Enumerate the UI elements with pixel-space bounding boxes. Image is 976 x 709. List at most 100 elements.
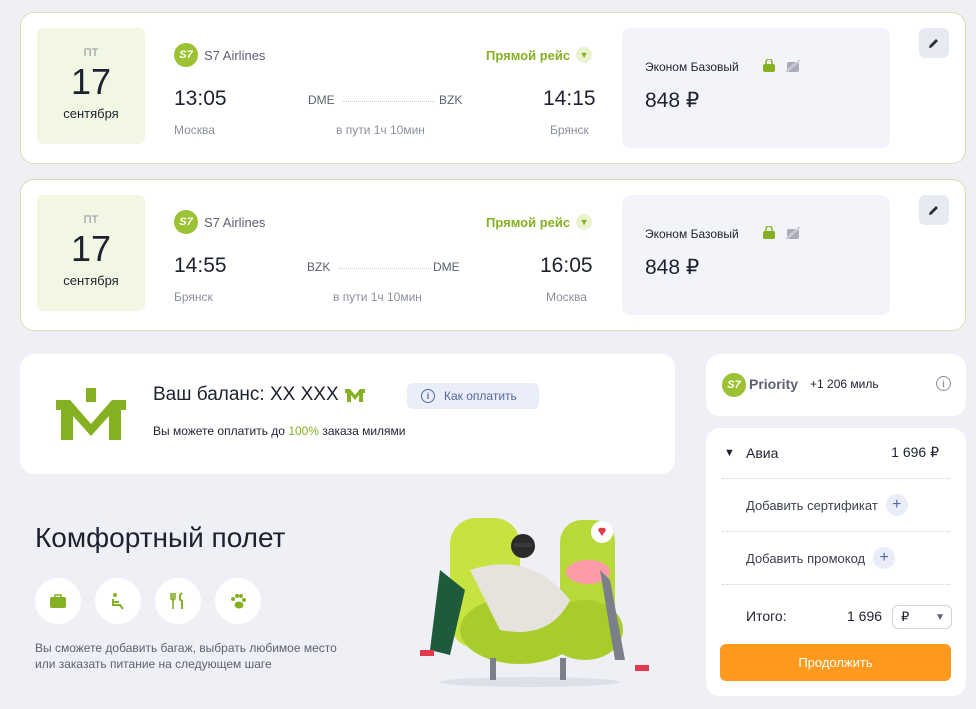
baggage-icon: [50, 594, 66, 608]
miles-icon: [344, 389, 365, 402]
add-certificate-label: Добавить сертификат: [746, 497, 878, 513]
arrive-city: Брянск: [550, 123, 589, 137]
arrive-time: 14:15: [543, 87, 596, 110]
info-icon: i: [421, 389, 435, 403]
fare-box[interactable]: Эконом Базовый 848 ₽: [622, 195, 890, 315]
meal-icon: [170, 592, 183, 609]
hand-luggage-icon: [763, 226, 775, 239]
s7-priority-card: S7 Priority +1 206 миль i: [706, 354, 966, 416]
flight-card-1: ПТ 17 сентября S7 S7 Airlines Прямой рей…: [20, 12, 966, 164]
add-promo-button[interactable]: Добавить промокод +: [746, 547, 896, 569]
comfort-illustration: [420, 518, 649, 687]
airline: S7 S7 Airlines: [174, 43, 265, 67]
direct-flight-toggle[interactable]: Прямой рейс ▼: [486, 47, 593, 63]
baggage-button[interactable]: [35, 578, 81, 624]
chevron-down-icon: ▼: [576, 47, 593, 63]
comfort-description: Вы сможете добавить багаж, выбрать любим…: [35, 641, 337, 671]
arrive-time: 16:05: [540, 254, 593, 277]
depart-time: 13:05: [174, 87, 227, 110]
direct-flight-label: Прямой рейс: [486, 47, 571, 63]
fare-name: Эконом Базовый: [645, 60, 739, 74]
avia-amount: 1 696 ₽: [891, 444, 939, 460]
flight-duration: в пути 1ч 10мин: [333, 290, 422, 304]
add-promo-label: Добавить промокод: [746, 550, 866, 566]
chevron-down-icon: ▼: [724, 446, 735, 459]
priority-name: Priority: [749, 376, 799, 392]
order-summary: ▼ Авиа 1 696 ₽ Добавить сертификат + Доб…: [706, 428, 966, 696]
flight-card-2: ПТ 17 сентября S7 S7 Airlines Прямой рей…: [20, 179, 966, 331]
flight-weekday: ПТ: [83, 214, 99, 226]
divider: [722, 584, 950, 585]
s7-logo-icon: S7: [174, 43, 198, 67]
priority-miles: +1 206 миль: [810, 377, 879, 391]
miles-balance: Ваш баланс: XX XXX: [153, 384, 365, 406]
depart-city: Брянск: [174, 290, 213, 304]
flight-month: сентября: [63, 106, 119, 121]
divider: [722, 531, 950, 532]
airline-name: S7 Airlines: [204, 214, 266, 230]
currency-value: ₽: [901, 609, 910, 624]
miles-balance-card: Ваш баланс: XX XXX i Как оплатить Вы мож…: [20, 354, 675, 474]
total-label: Итого:: [746, 608, 787, 624]
edit-button[interactable]: [919, 195, 949, 225]
avia-row[interactable]: ▼ Авиа 1 696 ₽: [724, 444, 939, 461]
flight-date: ПТ 17 сентября: [37, 195, 145, 311]
to-airport-code: BZK: [439, 93, 463, 107]
route-line: [343, 101, 435, 102]
flight-duration: в пути 1ч 10мин: [336, 123, 425, 137]
balance-text: Ваш баланс: XX XXX: [153, 384, 339, 405]
seat-icon: [112, 593, 124, 610]
from-airport-code: BZK: [307, 260, 331, 274]
plus-icon: +: [873, 547, 896, 569]
flight-date: ПТ 17 сентября: [37, 28, 145, 144]
miles-pay-info: Вы можете оплатить до 100% заказа милями: [153, 424, 406, 438]
how-to-pay-label: Как оплатить: [444, 389, 517, 403]
fare-name: Эконом Базовый: [645, 227, 739, 241]
divider: [722, 478, 950, 479]
direct-flight-toggle[interactable]: Прямой рейс ▼: [486, 214, 593, 230]
plus-icon: +: [885, 494, 908, 516]
currency-select[interactable]: ₽ ▼: [892, 605, 952, 629]
seat-button[interactable]: [95, 578, 141, 624]
flight-day: 17: [70, 61, 112, 102]
fare-box[interactable]: Эконом Базовый 848 ₽: [622, 28, 890, 148]
add-certificate-button[interactable]: Добавить сертификат +: [746, 494, 908, 516]
direct-flight-label: Прямой рейс: [486, 214, 571, 230]
to-airport-code: DME: [433, 260, 460, 274]
miles-logo-icon: [56, 388, 126, 440]
route-line: [339, 268, 431, 269]
info-icon[interactable]: i: [936, 376, 951, 391]
edit-button[interactable]: [919, 28, 949, 58]
chevron-down-icon: ▼: [935, 611, 945, 623]
pay-text-end: заказа милями: [319, 424, 406, 438]
pet-button[interactable]: [215, 578, 261, 624]
avia-label: Авиа: [746, 444, 779, 461]
meal-button[interactable]: [155, 578, 201, 624]
airline: S7 S7 Airlines: [174, 210, 265, 234]
hand-luggage-icon: [763, 59, 775, 72]
pay-text-start: Вы можете оплатить до: [153, 424, 289, 438]
flight-weekday: ПТ: [83, 47, 99, 59]
pet-icon: [231, 594, 246, 609]
fare-price: 848 ₽: [645, 256, 700, 279]
airline-name: S7 Airlines: [204, 47, 266, 63]
fare-price: 848 ₽: [645, 89, 700, 112]
flight-month: сентября: [63, 273, 119, 288]
chevron-down-icon: ▼: [576, 214, 593, 230]
pay-percent: 100%: [288, 424, 320, 438]
s7-priority-logo-icon: S7: [722, 373, 746, 397]
pencil-icon: [929, 206, 938, 215]
no-baggage-icon: [785, 226, 801, 240]
from-airport-code: DME: [308, 93, 335, 107]
continue-button[interactable]: Продолжить: [720, 644, 951, 681]
flight-day: 17: [70, 228, 112, 269]
arrive-city: Москва: [546, 290, 587, 304]
pencil-icon: [929, 39, 938, 48]
how-to-pay-button[interactable]: i Как оплатить: [407, 383, 539, 409]
no-baggage-icon: [785, 59, 801, 73]
depart-city: Москва: [174, 123, 215, 137]
total-amount: 1 696: [847, 608, 883, 624]
depart-time: 14:55: [174, 254, 227, 277]
comfort-title: Комфортный полет: [35, 522, 286, 553]
s7-logo-icon: S7: [174, 210, 198, 234]
